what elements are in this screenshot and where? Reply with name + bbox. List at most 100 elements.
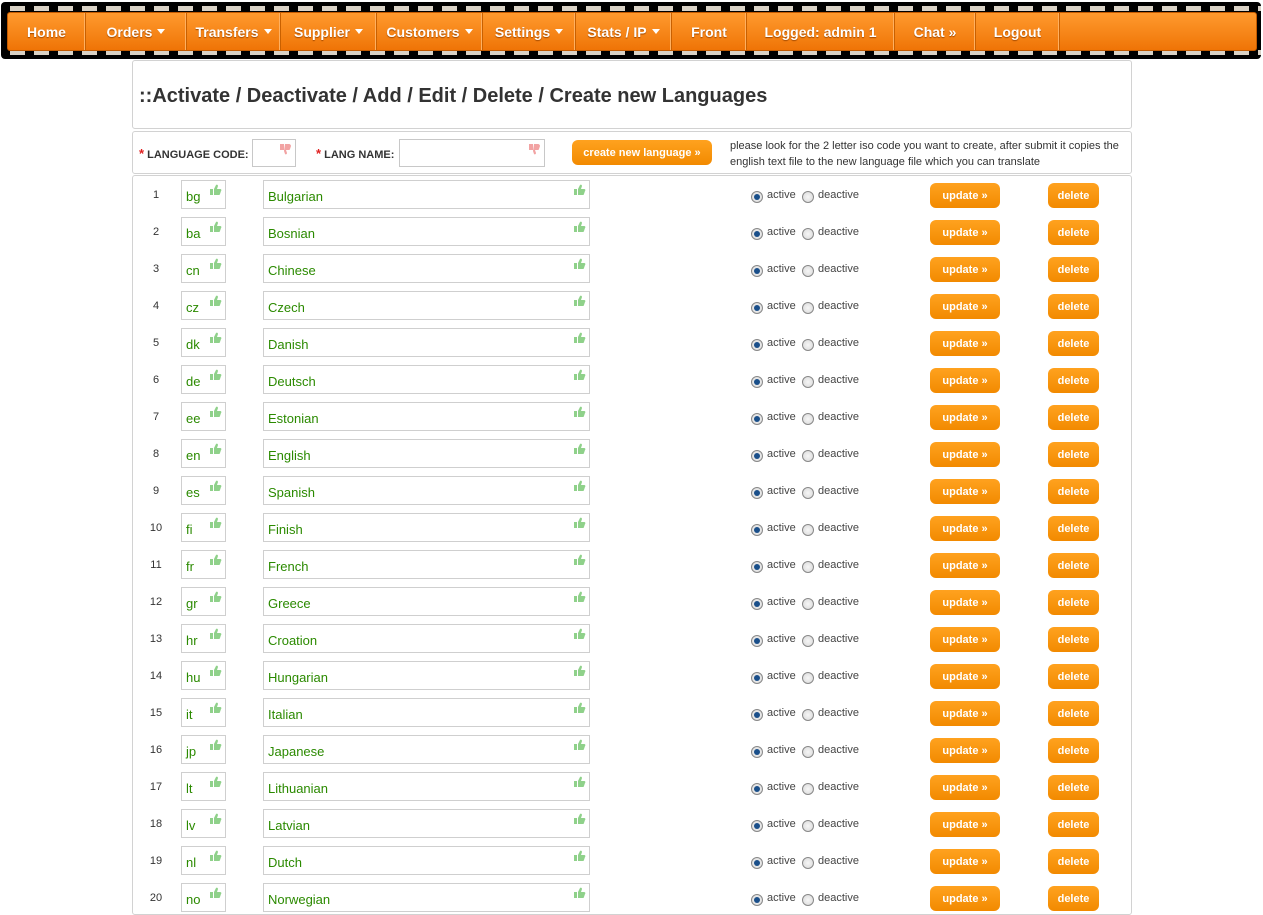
active-radio[interactable] bbox=[751, 450, 763, 462]
delete-button[interactable]: delete bbox=[1048, 701, 1099, 726]
active-radio[interactable] bbox=[751, 857, 763, 869]
delete-button[interactable]: delete bbox=[1048, 294, 1099, 319]
language-code-field[interactable]: cz bbox=[181, 291, 226, 320]
nav-item-chat[interactable]: Chat » bbox=[895, 13, 976, 50]
deactive-radio[interactable] bbox=[802, 894, 814, 906]
deactive-radio[interactable] bbox=[802, 450, 814, 462]
update-button[interactable]: update » bbox=[930, 886, 1000, 911]
language-name-field[interactable]: Finish bbox=[263, 513, 590, 542]
active-radio[interactable] bbox=[751, 672, 763, 684]
update-button[interactable]: update » bbox=[930, 553, 1000, 578]
language-code-field[interactable]: lt bbox=[181, 772, 226, 801]
language-code-field[interactable]: de bbox=[181, 365, 226, 394]
delete-button[interactable]: delete bbox=[1048, 812, 1099, 837]
active-radio[interactable] bbox=[751, 228, 763, 240]
language-name-field[interactable]: Estonian bbox=[263, 402, 590, 431]
delete-button[interactable]: delete bbox=[1048, 553, 1099, 578]
language-name-field[interactable]: Danish bbox=[263, 328, 590, 357]
language-name-field[interactable]: Dutch bbox=[263, 846, 590, 875]
deactive-radio[interactable] bbox=[802, 339, 814, 351]
active-radio[interactable] bbox=[751, 524, 763, 536]
active-radio[interactable] bbox=[751, 265, 763, 277]
active-radio[interactable] bbox=[751, 339, 763, 351]
language-name-field[interactable]: Italian bbox=[263, 698, 590, 727]
language-name-field[interactable]: Deutsch bbox=[263, 365, 590, 394]
language-code-field[interactable]: es bbox=[181, 476, 226, 505]
delete-button[interactable]: delete bbox=[1048, 183, 1099, 208]
update-button[interactable]: update » bbox=[930, 627, 1000, 652]
nav-item-logged-admin-1[interactable]: Logged: admin 1 bbox=[747, 13, 895, 50]
active-radio[interactable] bbox=[751, 894, 763, 906]
update-button[interactable]: update » bbox=[930, 849, 1000, 874]
delete-button[interactable]: delete bbox=[1048, 442, 1099, 467]
update-button[interactable]: update » bbox=[930, 664, 1000, 689]
active-radio[interactable] bbox=[751, 635, 763, 647]
delete-button[interactable]: delete bbox=[1048, 331, 1099, 356]
delete-button[interactable]: delete bbox=[1048, 738, 1099, 763]
update-button[interactable]: update » bbox=[930, 516, 1000, 541]
deactive-radio[interactable] bbox=[802, 376, 814, 388]
delete-button[interactable]: delete bbox=[1048, 257, 1099, 282]
update-button[interactable]: update » bbox=[930, 442, 1000, 467]
language-name-field[interactable]: Hungarian bbox=[263, 661, 590, 690]
language-code-field[interactable]: gr bbox=[181, 587, 226, 616]
language-code-field[interactable]: ee bbox=[181, 402, 226, 431]
language-name-field[interactable]: Spanish bbox=[263, 476, 590, 505]
create-new-language-button[interactable]: create new language » bbox=[572, 140, 712, 165]
nav-item-stats-ip[interactable]: Stats / IP bbox=[576, 13, 672, 50]
language-name-field[interactable]: Greece bbox=[263, 587, 590, 616]
lang-name-input[interactable] bbox=[399, 139, 545, 167]
active-radio[interactable] bbox=[751, 487, 763, 499]
deactive-radio[interactable] bbox=[802, 635, 814, 647]
language-code-input[interactable] bbox=[252, 139, 296, 167]
delete-button[interactable]: delete bbox=[1048, 886, 1099, 911]
deactive-radio[interactable] bbox=[802, 598, 814, 610]
delete-button[interactable]: delete bbox=[1048, 405, 1099, 430]
update-button[interactable]: update » bbox=[930, 368, 1000, 393]
language-name-field[interactable]: Latvian bbox=[263, 809, 590, 838]
language-name-field[interactable]: French bbox=[263, 550, 590, 579]
update-button[interactable]: update » bbox=[930, 479, 1000, 504]
nav-item-home[interactable]: Home bbox=[8, 13, 86, 50]
language-code-field[interactable]: hu bbox=[181, 661, 226, 690]
language-name-field[interactable]: Czech bbox=[263, 291, 590, 320]
language-code-field[interactable]: no bbox=[181, 883, 226, 912]
update-button[interactable]: update » bbox=[930, 220, 1000, 245]
nav-item-orders[interactable]: Orders bbox=[86, 13, 187, 50]
nav-item-customers[interactable]: Customers bbox=[377, 13, 483, 50]
delete-button[interactable]: delete bbox=[1048, 849, 1099, 874]
deactive-radio[interactable] bbox=[802, 413, 814, 425]
delete-button[interactable]: delete bbox=[1048, 590, 1099, 615]
deactive-radio[interactable] bbox=[802, 191, 814, 203]
language-code-field[interactable]: en bbox=[181, 439, 226, 468]
update-button[interactable]: update » bbox=[930, 183, 1000, 208]
deactive-radio[interactable] bbox=[802, 228, 814, 240]
language-code-field[interactable]: it bbox=[181, 698, 226, 727]
delete-button[interactable]: delete bbox=[1048, 627, 1099, 652]
language-code-field[interactable]: bg bbox=[181, 180, 226, 209]
language-name-field[interactable]: Bulgarian bbox=[263, 180, 590, 209]
active-radio[interactable] bbox=[751, 746, 763, 758]
update-button[interactable]: update » bbox=[930, 257, 1000, 282]
update-button[interactable]: update » bbox=[930, 294, 1000, 319]
language-name-field[interactable]: Chinese bbox=[263, 254, 590, 283]
update-button[interactable]: update » bbox=[930, 701, 1000, 726]
language-code-field[interactable]: hr bbox=[181, 624, 226, 653]
language-code-field[interactable]: ba bbox=[181, 217, 226, 246]
active-radio[interactable] bbox=[751, 598, 763, 610]
nav-item-transfers[interactable]: Transfers bbox=[187, 13, 281, 50]
delete-button[interactable]: delete bbox=[1048, 368, 1099, 393]
delete-button[interactable]: delete bbox=[1048, 516, 1099, 541]
active-radio[interactable] bbox=[751, 376, 763, 388]
language-code-field[interactable]: jp bbox=[181, 735, 226, 764]
delete-button[interactable]: delete bbox=[1048, 479, 1099, 504]
update-button[interactable]: update » bbox=[930, 405, 1000, 430]
delete-button[interactable]: delete bbox=[1048, 664, 1099, 689]
active-radio[interactable] bbox=[751, 820, 763, 832]
deactive-radio[interactable] bbox=[802, 265, 814, 277]
active-radio[interactable] bbox=[751, 561, 763, 573]
active-radio[interactable] bbox=[751, 191, 763, 203]
language-name-field[interactable]: English bbox=[263, 439, 590, 468]
language-name-field[interactable]: Bosnian bbox=[263, 217, 590, 246]
update-button[interactable]: update » bbox=[930, 812, 1000, 837]
